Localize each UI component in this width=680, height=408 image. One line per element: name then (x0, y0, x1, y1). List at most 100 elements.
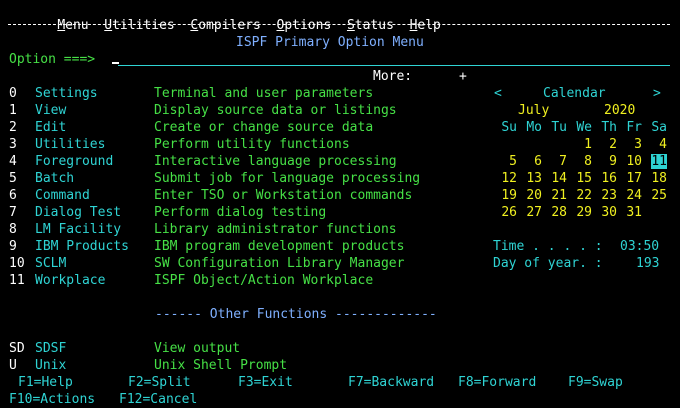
day-of-year-value: 193 (636, 256, 660, 271)
calendar-week-row: 26 27 28 29 30 31 (492, 204, 667, 221)
function-key[interactable]: F2=Split (128, 374, 191, 391)
calendar-day[interactable]: 26 (492, 204, 517, 221)
calendar-day[interactable]: 28 (542, 204, 567, 221)
option-row[interactable]: 4 Foreground Interactive language processi… (0, 153, 480, 170)
calendar-day[interactable]: 16 (592, 170, 617, 187)
calendar-day[interactable]: 31 (617, 204, 642, 221)
calendar-day[interactable]: 14 (542, 170, 567, 187)
option-description: Library administrator functions (154, 222, 397, 237)
option-name[interactable]: Settings (35, 85, 98, 102)
menu-item-menu[interactable]: Menu (57, 18, 88, 33)
calendar-day[interactable]: 1 (567, 136, 592, 153)
calendar-day[interactable]: 17 (617, 170, 642, 187)
menu-item-status[interactable]: Status (347, 18, 394, 33)
option-name[interactable]: Utilities (35, 136, 105, 153)
function-key[interactable]: F7=Backward (348, 374, 434, 391)
calendar-weekday: Sa (651, 120, 667, 135)
option-row[interactable]: 6 Command Enter TSO or Workstation command… (0, 187, 480, 204)
calendar-weekday: Fr (626, 120, 642, 135)
action-bar-separator (8, 24, 670, 25)
option-row[interactable]: 0 Settings Terminal and user parameters (0, 85, 480, 102)
option-row[interactable]: 8 LM Facility Library administrator functi… (0, 221, 480, 238)
calendar-day[interactable]: 12 (492, 170, 517, 187)
calendar-day[interactable]: 27 (517, 204, 542, 221)
option-name[interactable]: LM Facility (35, 221, 121, 238)
calendar-day[interactable]: 11 (642, 153, 667, 170)
calendar-day[interactable]: 19 (492, 187, 517, 204)
calendar-day[interactable]: 30 (592, 204, 617, 221)
option-row[interactable]: 3 Utilities Perform utility functions (0, 136, 480, 153)
calendar-today[interactable]: 11 (651, 154, 667, 169)
calendar-day[interactable]: 21 (542, 187, 567, 204)
option-code: 8 (9, 222, 17, 237)
panel-title: ISPF Primary Option Menu (236, 35, 424, 50)
menu-item-compilers[interactable]: Compilers (190, 18, 260, 33)
option-name[interactable]: SCLM (35, 255, 66, 272)
calendar-next-button[interactable]: > (653, 85, 661, 102)
calendar-day[interactable]: 10 (617, 153, 642, 170)
calendar-grid: Su Mo Tu We Th Fr Sa 1 2 3 4 5 6 7 8 9 10 11 12 13 14 15 16 17 1… (492, 119, 667, 221)
calendar-week-row: 12 13 14 15 16 17 18 (492, 170, 667, 187)
day-of-year-label: Day of year. : (493, 256, 603, 271)
function-key[interactable]: F3=Exit (238, 374, 293, 391)
function-key[interactable]: F8=Forward (458, 374, 536, 391)
calendar-day[interactable]: 6 (517, 153, 542, 170)
calendar-day[interactable]: 3 (617, 136, 642, 153)
other-function-name[interactable]: SDSF (35, 340, 66, 357)
function-key[interactable]: F1=Help (18, 374, 73, 391)
calendar-weekday: Su (501, 120, 517, 135)
calendar-day[interactable]: 13 (517, 170, 542, 187)
menu-item-utilities[interactable]: Utilities (104, 18, 174, 33)
function-key[interactable]: F12=Cancel (119, 391, 197, 408)
calendar-prev-button[interactable]: < (494, 85, 502, 102)
calendar-day[interactable]: 24 (617, 187, 642, 204)
option-code: 5 (9, 171, 17, 186)
calendar-weekday: We (576, 120, 592, 135)
option-name[interactable]: Workplace (35, 272, 105, 289)
calendar-day[interactable]: 22 (567, 187, 592, 204)
option-description: Interactive language processing (154, 154, 397, 169)
calendar-day[interactable]: 5 (492, 153, 517, 170)
option-command-input[interactable] (112, 51, 668, 66)
option-row[interactable]: 5 Batch Submit job for language processing (0, 170, 480, 187)
option-row[interactable]: 9 IBM Products IBM program development pro… (0, 238, 480, 255)
calendar-day[interactable]: 15 (567, 170, 592, 187)
option-code: 10 (9, 256, 25, 271)
calendar-weekday: Tu (551, 120, 567, 135)
calendar-day[interactable]: 8 (567, 153, 592, 170)
option-name[interactable]: Dialog Test (35, 204, 121, 221)
option-code: 0 (9, 86, 17, 101)
option-name[interactable]: Edit (35, 119, 66, 136)
option-code: 1 (9, 103, 17, 118)
menu-item-options[interactable]: Options (277, 18, 332, 33)
option-name[interactable]: Command (35, 187, 90, 204)
menu-item-help[interactable]: Help (410, 18, 441, 33)
other-function-row[interactable]: SD SDSF View output (0, 340, 480, 357)
calendar-day[interactable]: 9 (592, 153, 617, 170)
function-key[interactable]: F9=Swap (568, 374, 623, 391)
other-function-row[interactable]: U Unix Unix Shell Prompt (0, 357, 480, 374)
calendar-day[interactable]: 18 (642, 170, 667, 187)
other-function-name[interactable]: Unix (35, 357, 66, 374)
option-row[interactable]: 10 SCLM SW Configuration Library Manager (0, 255, 480, 272)
more-plus-indicator[interactable]: + (459, 68, 467, 85)
option-row[interactable]: 7 Dialog Test Perform dialog testing (0, 204, 480, 221)
option-row[interactable]: 1 View Display source data or listings (0, 102, 480, 119)
calendar-day[interactable]: 25 (642, 187, 667, 204)
calendar-day[interactable]: 2 (592, 136, 617, 153)
option-row[interactable]: 2 Edit Create or change source data (0, 119, 480, 136)
option-name[interactable]: IBM Products (35, 238, 129, 255)
option-name[interactable]: Foreground (35, 153, 113, 170)
time-label: Time . . . . : (493, 239, 603, 254)
calendar-day[interactable]: 7 (542, 153, 567, 170)
calendar-day[interactable]: 23 (592, 187, 617, 204)
calendar-day[interactable]: 20 (517, 187, 542, 204)
option-name[interactable]: View (35, 102, 66, 119)
option-row[interactable]: 11 Workplace ISPF Object/Action Workplace (0, 272, 480, 289)
function-key[interactable]: F10=Actions (9, 391, 95, 408)
option-name[interactable]: Batch (35, 170, 74, 187)
calendar-week-row: 1234 (492, 136, 667, 153)
calendar-day[interactable]: 29 (567, 204, 592, 221)
calendar-day[interactable]: 4 (642, 136, 667, 153)
command-field-underline (118, 65, 670, 66)
